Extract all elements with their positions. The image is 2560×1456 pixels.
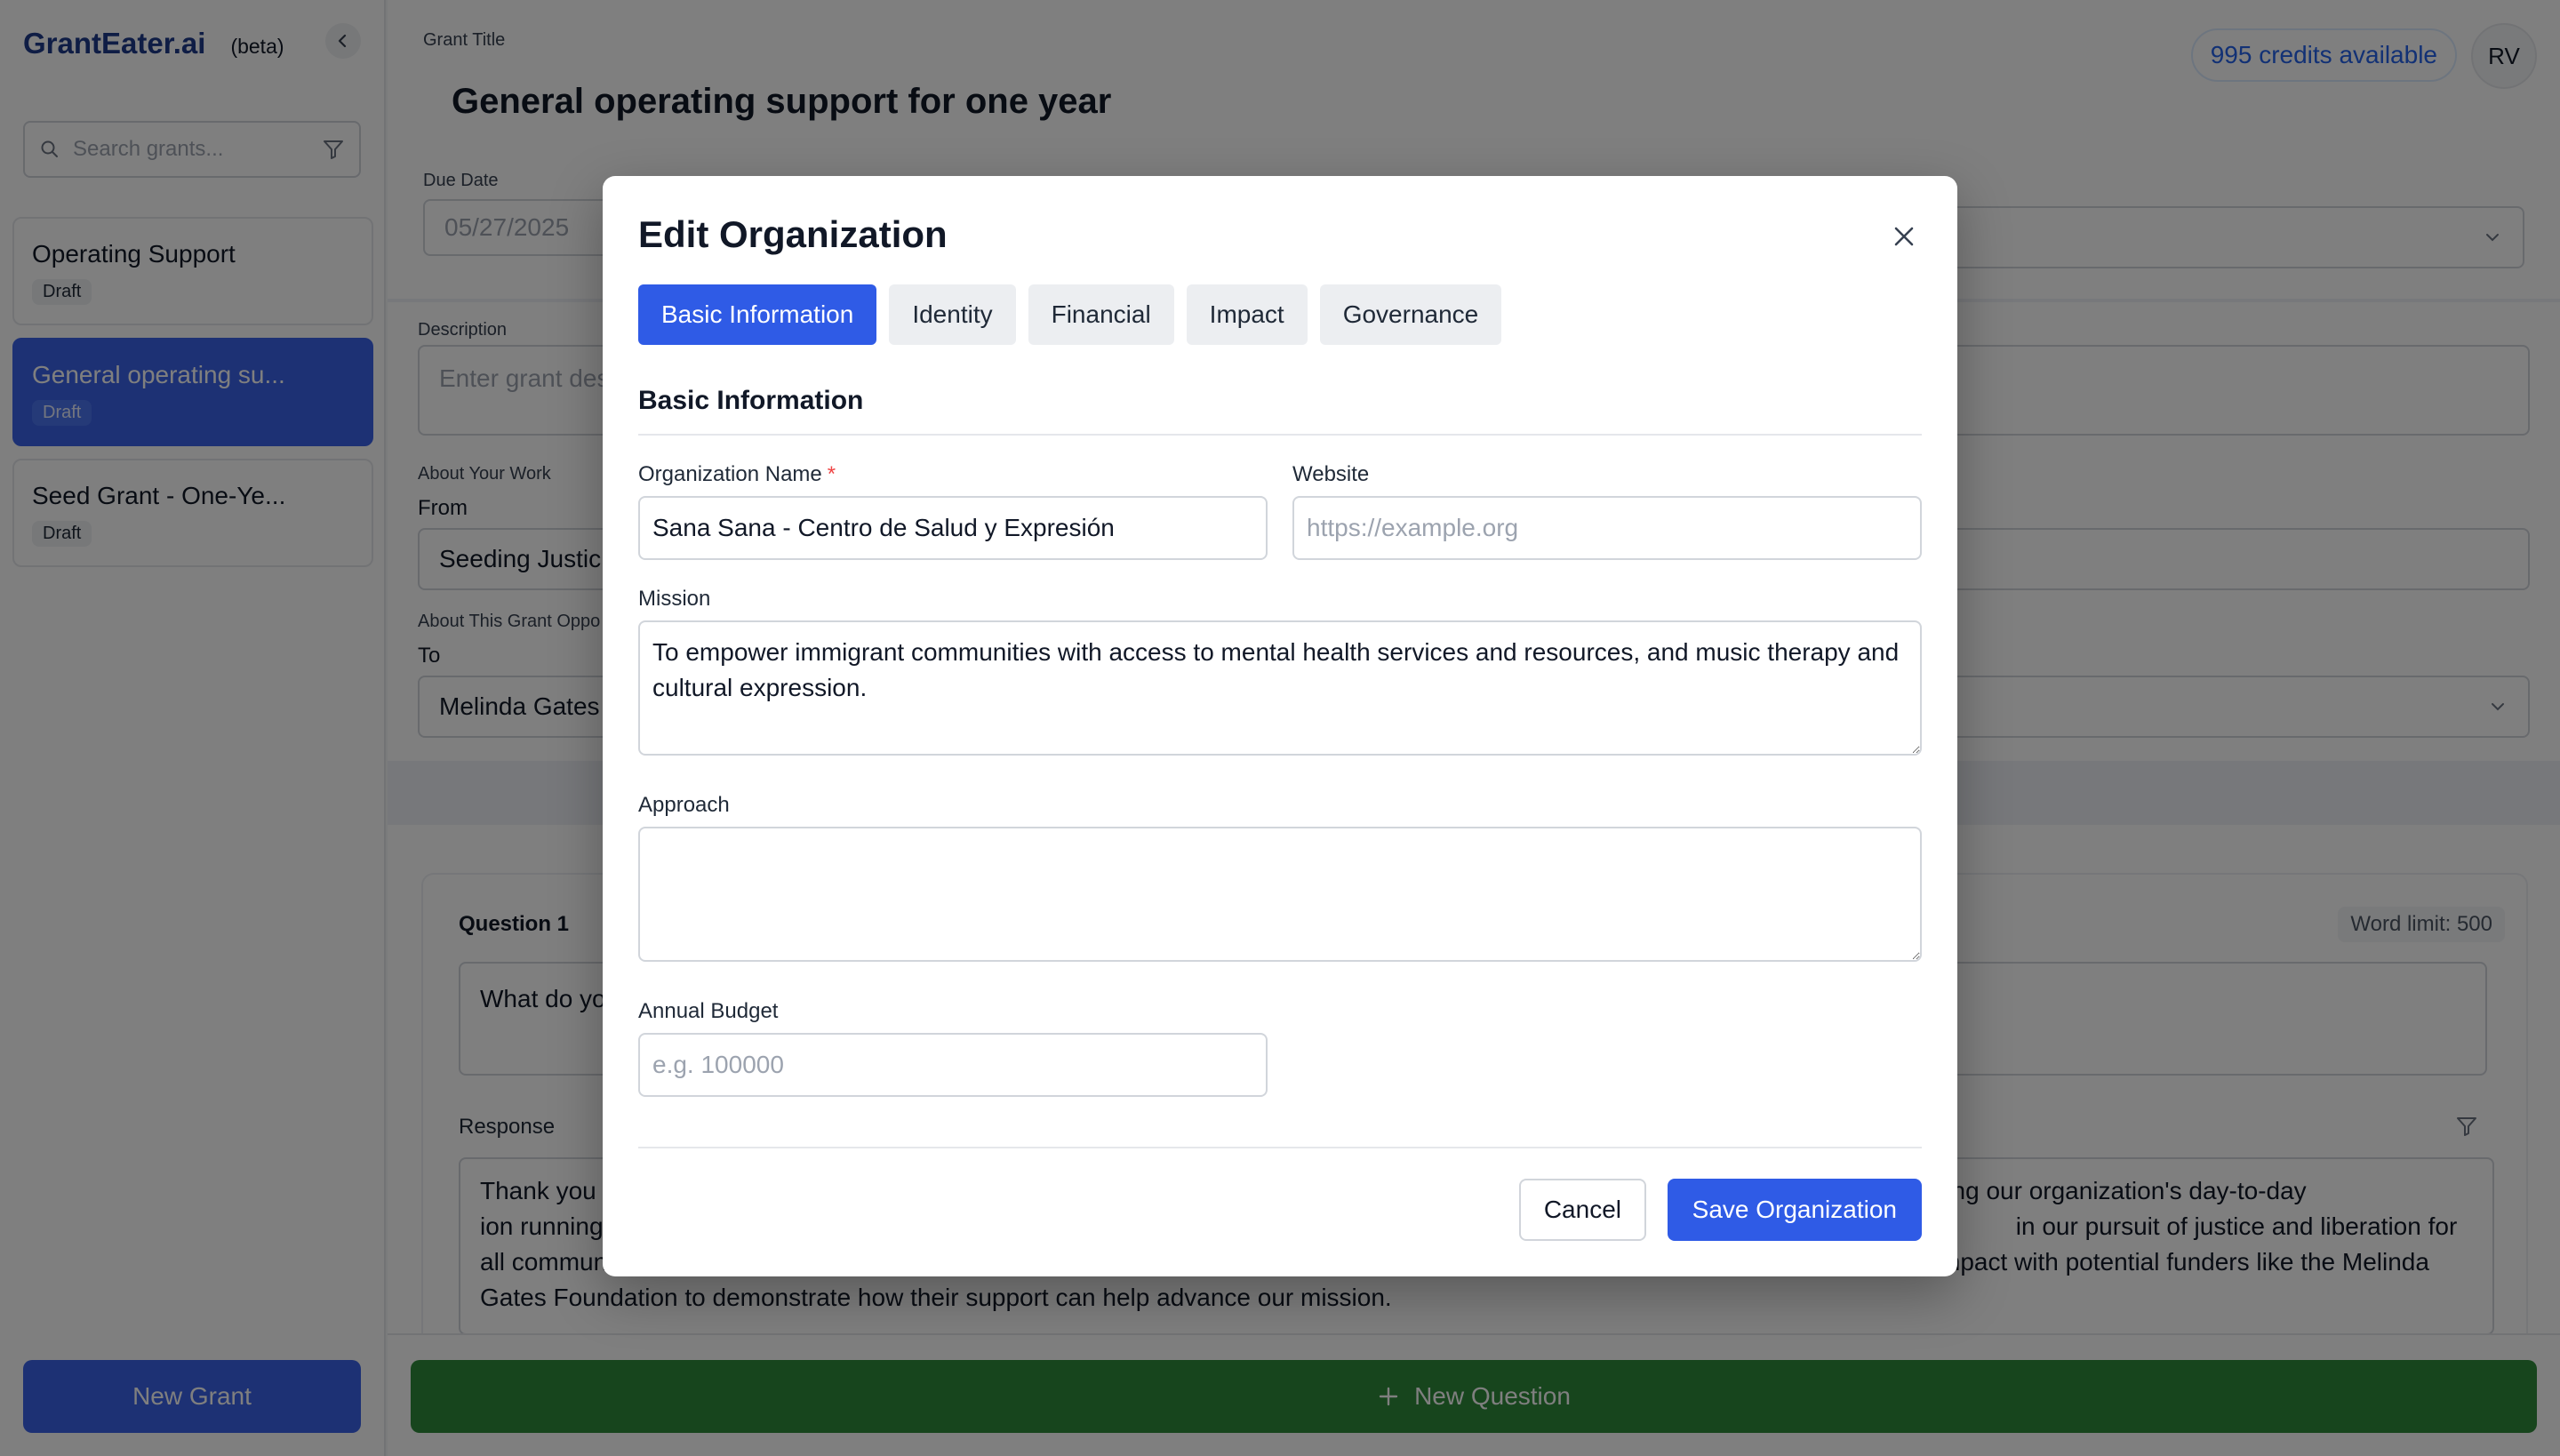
annual-budget-input[interactable] <box>638 1033 1268 1097</box>
section-heading: Basic Information <box>638 386 864 415</box>
org-name-label: Organization Name * <box>638 462 836 487</box>
website-label: Website <box>1292 462 1370 486</box>
org-name-label-text: Organization Name <box>638 462 822 486</box>
tab-governance[interactable]: Governance <box>1319 284 1502 345</box>
footer-divider <box>638 1147 1922 1148</box>
mission-label: Mission <box>638 587 711 611</box>
tab-identity[interactable]: Identity <box>889 284 1016 345</box>
approach-label: Approach <box>638 793 730 817</box>
tab-basic-information[interactable]: Basic Information <box>638 284 877 345</box>
approach-textarea[interactable] <box>638 827 1922 962</box>
close-button[interactable] <box>1886 219 1922 254</box>
org-name-input[interactable] <box>638 496 1268 560</box>
section-divider <box>638 434 1922 436</box>
edit-organization-modal: Edit Organization Basic Information Iden… <box>603 176 1957 1276</box>
tab-bar: Basic Information Identity Financial Imp… <box>638 284 1514 345</box>
mission-textarea[interactable]: To empower immigrant communities with ac… <box>638 620 1922 756</box>
required-marker: * <box>827 462 836 486</box>
website-input[interactable] <box>1292 496 1922 560</box>
close-icon <box>1894 227 1914 246</box>
tab-impact[interactable]: Impact <box>1186 284 1308 345</box>
annual-budget-label: Annual Budget <box>638 999 779 1023</box>
save-organization-button[interactable]: Save Organization <box>1667 1179 1922 1241</box>
modal-title: Edit Organization <box>638 213 948 255</box>
cancel-button[interactable]: Cancel <box>1518 1179 1646 1241</box>
tab-financial[interactable]: Financial <box>1028 284 1174 345</box>
